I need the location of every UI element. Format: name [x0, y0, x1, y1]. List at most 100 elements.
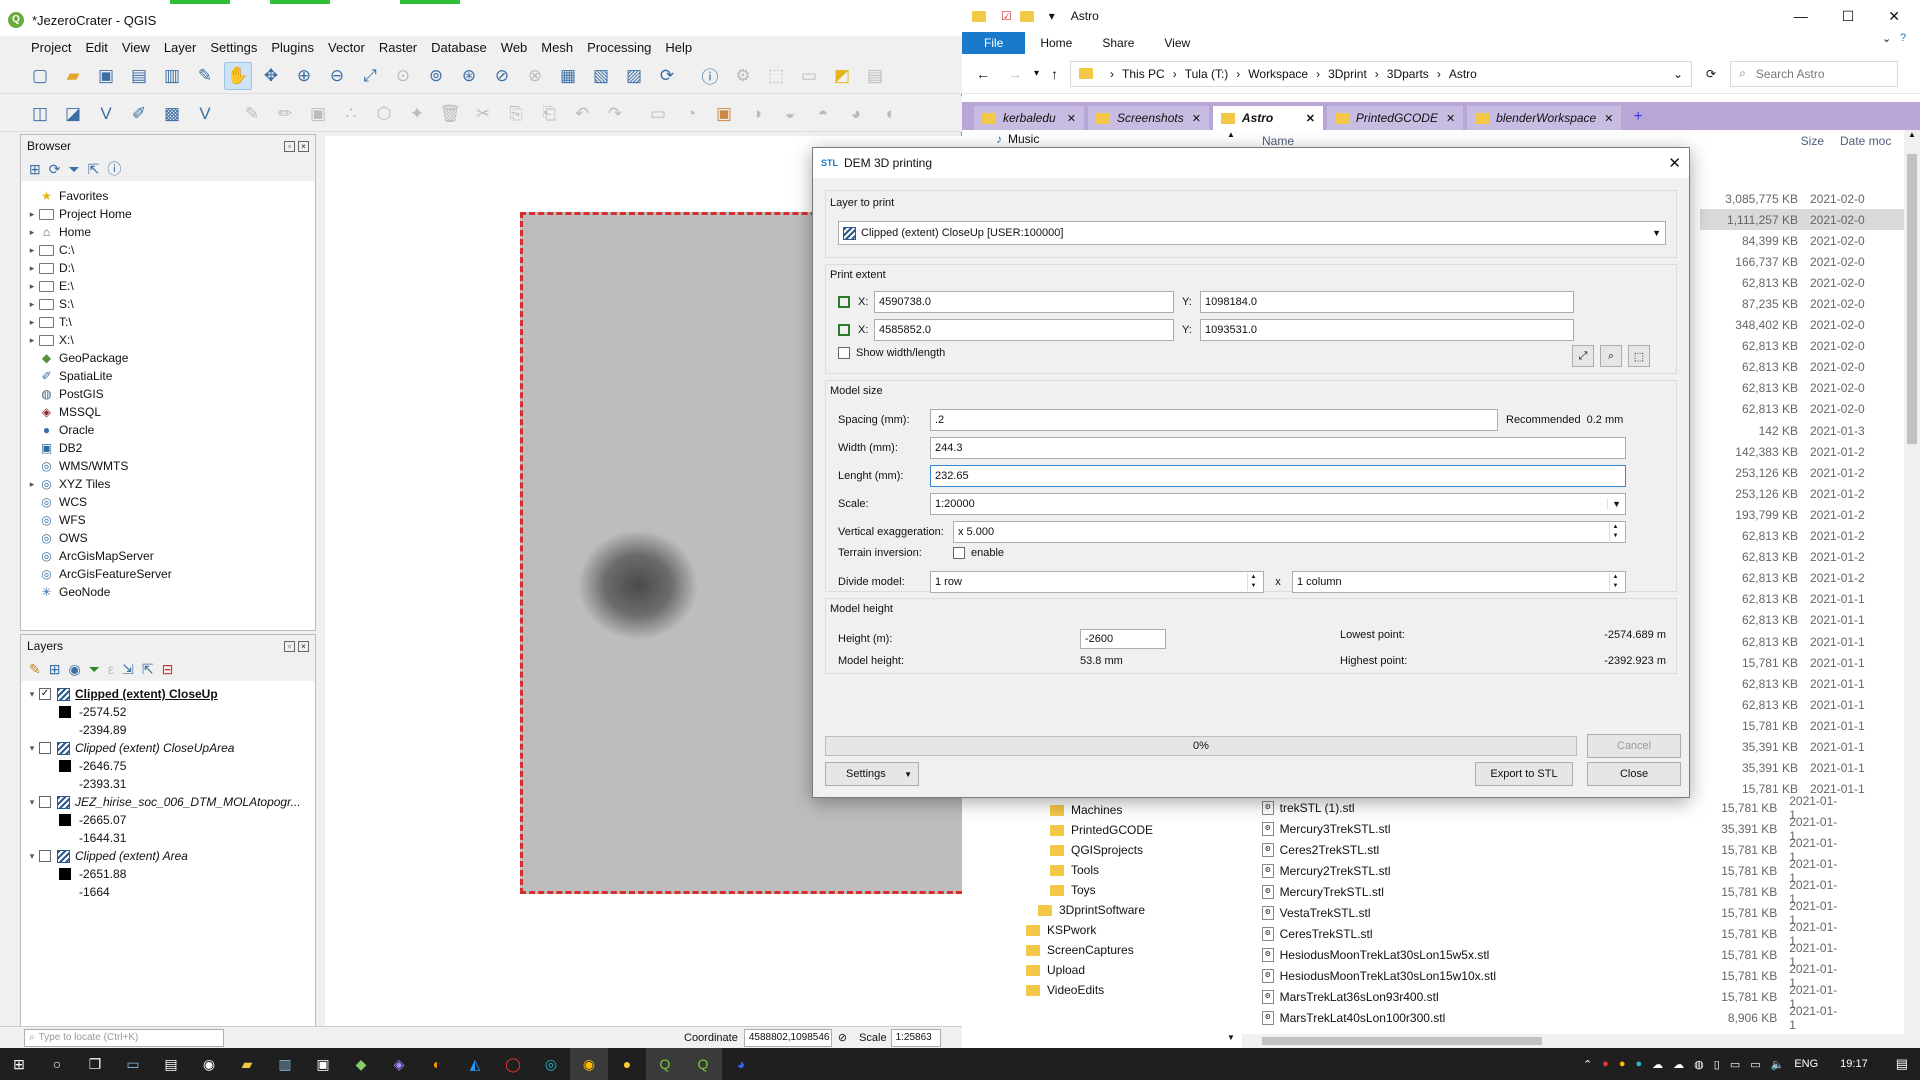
menu-web[interactable]: Web — [494, 40, 535, 55]
menu-mesh[interactable]: Mesh — [534, 40, 580, 55]
file-row[interactable]: ⚙ MercuryTrekSTL.stl 15,781 KB 2021-01-1 — [1262, 878, 1842, 906]
qgis-taskbar-icon[interactable]: Q — [646, 1048, 684, 1080]
browser-item[interactable]: ▸ D:\ — [25, 259, 315, 277]
label-highlight-icon[interactable]: ▣ — [710, 100, 738, 128]
y-min-field[interactable]: 1093531.0 — [1200, 319, 1574, 341]
recent-locations-icon[interactable]: ▾ — [1034, 68, 1039, 79]
address-bar[interactable]: › This PC › Tula (T:) › Workspace › 3Dprint › 3Dp… — [1070, 60, 1693, 87]
copy-icon[interactable]: ⎘ — [502, 100, 530, 128]
browser-item[interactable]: ◎ ArcGisFeatureServer — [25, 565, 315, 583]
menu-project[interactable]: Project — [24, 40, 78, 55]
save-project-icon[interactable]: ▣ — [92, 62, 120, 90]
width-field[interactable]: 244.3 — [930, 437, 1626, 459]
file-row-partial[interactable]: 193,799 KB 2021-01-2 — [1700, 504, 1920, 525]
browser-item[interactable]: ◎ WFS — [25, 511, 315, 529]
browser-item[interactable]: ◍ PostGIS — [25, 385, 315, 403]
label-tool-icon[interactable]: ▭ — [644, 100, 672, 128]
add-polygon-icon[interactable]: ⬡ — [370, 100, 398, 128]
explorer-tab[interactable]: blenderWorkspace ✕ — [1467, 106, 1622, 130]
filter-expression-icon[interactable]: ε — [108, 661, 114, 677]
notifications-icon[interactable]: ▤ — [1896, 1056, 1908, 1072]
tray-app-icon[interactable]: ● — [1602, 1058, 1609, 1070]
toggle-edit-icon[interactable]: ✏ — [271, 100, 299, 128]
menu-layer[interactable]: Layer — [157, 40, 204, 55]
label-props-icon[interactable]: ◖ — [875, 100, 903, 128]
camera-icon[interactable]: ◉ — [190, 1048, 228, 1080]
browser-item[interactable]: ◆ GeoPackage — [25, 349, 315, 367]
onedrive-icon[interactable]: ☁ — [1652, 1058, 1663, 1071]
browser-item[interactable]: ▸ C:\ — [25, 241, 315, 259]
new-shapefile-icon[interactable]: V — [92, 100, 120, 128]
filter-icon[interactable]: ⏷ — [68, 161, 79, 178]
open-project-icon[interactable]: ▰ — [59, 62, 87, 90]
terrain-inversion-checkbox[interactable] — [953, 547, 965, 559]
expand-arrow-icon[interactable]: ▾ — [25, 743, 39, 754]
qgis2-taskbar-icon[interactable]: Q — [684, 1048, 722, 1080]
expand-arrow-icon[interactable]: ▸ — [25, 335, 39, 346]
temporal-icon[interactable]: ▧ — [587, 62, 615, 90]
search-icon[interactable]: ○ — [38, 1048, 76, 1080]
menu-raster[interactable]: Raster — [372, 40, 424, 55]
menu-database[interactable]: Database — [424, 40, 494, 55]
menu-help[interactable]: Help — [658, 40, 699, 55]
expand-arrow-icon[interactable]: ▸ — [25, 317, 39, 328]
refresh-icon[interactable]: ⟳ — [1698, 67, 1724, 81]
new-temp-layer-icon[interactable]: ✐ — [125, 100, 153, 128]
menu-plugins[interactable]: Plugins — [264, 40, 321, 55]
add-selected-layers-icon[interactable]: ⊞ — [29, 161, 41, 178]
browser-item[interactable]: ✳ GeoNode — [25, 583, 315, 601]
bookmark-icon[interactable]: ▨ — [620, 62, 648, 90]
browser-item[interactable]: ◎ WCS — [25, 493, 315, 511]
explorer-tab[interactable]: Screenshots ✕ — [1088, 106, 1209, 130]
browser-item[interactable]: ▸ X:\ — [25, 331, 315, 349]
file-row-partial[interactable]: 62,813 KB 2021-01-2 — [1700, 547, 1920, 568]
console-icon[interactable]: ▣ — [304, 1048, 342, 1080]
yellow-app-icon[interactable]: ● — [608, 1048, 646, 1080]
x-min-field[interactable]: 4590738.0 — [874, 291, 1174, 313]
kerbal-icon[interactable]: ◆ — [342, 1048, 380, 1080]
browser-item[interactable]: ▸ S:\ — [25, 295, 315, 313]
file-row-partial[interactable]: 62,813 KB 2021-01-1 — [1700, 631, 1920, 652]
breadcrumb-item[interactable]: 3Dprint — [1328, 67, 1367, 81]
explorer-tab[interactable]: kerbaledu ✕ — [974, 106, 1084, 130]
file-row-partial[interactable]: 62,813 KB 2021-02-0 — [1700, 272, 1920, 293]
new-tab-icon[interactable]: + — [1625, 108, 1650, 130]
explorer-tab[interactable]: PrintedGCODE ✕ — [1326, 106, 1464, 130]
expand-all-icon[interactable]: ⇲ — [122, 661, 134, 678]
nav-folder-item[interactable]: Toys — [962, 880, 1242, 900]
layer-item[interactable]: ▾ Clipped (extent) CloseUpArea — [25, 739, 315, 757]
show-width-length-checkbox[interactable] — [838, 347, 850, 359]
y-max-field[interactable]: 1098184.0 — [1200, 291, 1574, 313]
breadcrumb-item[interactable]: Workspace — [1248, 67, 1308, 81]
chrome-icon[interactable]: ◉ — [570, 1048, 608, 1080]
file-row-partial[interactable]: 166,737 KB 2021-02-0 — [1700, 251, 1920, 272]
redo-icon[interactable]: ↷ — [601, 100, 629, 128]
label-show-icon[interactable]: ◕ — [842, 100, 870, 128]
zoom-next-icon[interactable]: ⊗ — [521, 62, 549, 90]
edge-icon[interactable]: ◎ — [532, 1048, 570, 1080]
height-field[interactable]: -2600 — [1080, 629, 1166, 649]
scale-field[interactable]: 1:25863 — [890, 1028, 941, 1047]
new-map-view-icon[interactable]: ▦ — [554, 62, 582, 90]
browser-item[interactable]: ✐ SpatiaLite — [25, 367, 315, 385]
file-row-partial[interactable]: 142 KB 2021-01-3 — [1700, 420, 1920, 441]
zoom-full-icon[interactable]: ⤢ — [356, 62, 384, 90]
properties-icon[interactable]: ☑ — [1001, 9, 1012, 23]
expand-arrow-icon[interactable]: ▸ — [25, 209, 39, 220]
expand-arrow-icon[interactable]: ▾ — [25, 689, 39, 700]
style-layer-icon[interactable]: ✎ — [29, 661, 41, 678]
browser-item[interactable]: ▸ ◎ XYZ Tiles — [25, 475, 315, 493]
file-row-partial[interactable]: 62,813 KB 2021-01-2 — [1700, 526, 1920, 547]
file-row-partial[interactable]: 1,111,257 KB 2021-02-0 — [1700, 209, 1920, 231]
delete-selected-icon[interactable]: 🗑 — [436, 100, 464, 128]
tray-app3-icon[interactable]: ◍ — [1694, 1058, 1704, 1071]
browser-item[interactable]: ▸ ⌂ Home — [25, 223, 315, 241]
x-max-field[interactable]: 4585852.0 — [874, 319, 1174, 341]
file-row-partial[interactable]: 62,813 KB 2021-02-0 — [1700, 336, 1920, 357]
select-features-icon[interactable]: ⬚ — [762, 62, 790, 90]
maximize-icon[interactable]: ☐ — [1842, 8, 1855, 25]
ribbon-tab-share[interactable]: Share — [1087, 32, 1149, 54]
cancel-button[interactable]: Cancel — [1587, 734, 1681, 758]
canvas-extent-button[interactable]: ⌕ — [1600, 345, 1622, 367]
new-project-icon[interactable]: ▢ — [26, 62, 54, 90]
